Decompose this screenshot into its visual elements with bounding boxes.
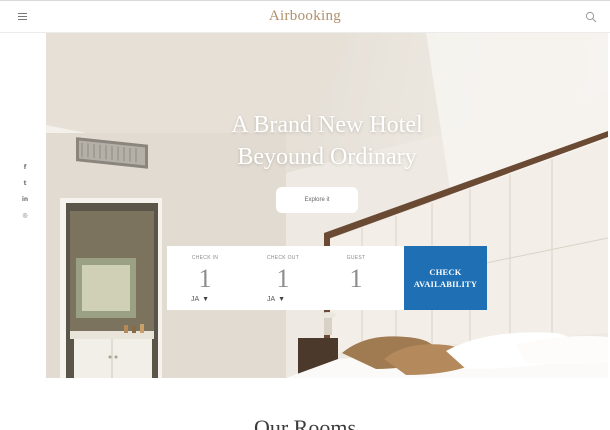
check-in-field[interactable]: CHECK IN 1 JA ▼ — [167, 246, 243, 310]
instagram-icon[interactable]: ◎ — [19, 208, 31, 224]
rooms-section-title: Our Rooms — [253, 415, 357, 430]
check-in-month-select[interactable]: JA ▼ — [191, 296, 209, 303]
check-in-day[interactable]: 1 — [167, 264, 243, 294]
hero-banner: A Brand New Hotel Beyound Ordinary Explo… — [46, 33, 608, 378]
check-in-label: CHECK IN — [191, 255, 219, 261]
guest-count[interactable]: 1 — [322, 264, 390, 294]
hero-title-line1: A Brand New Hotel — [231, 112, 423, 138]
brand-logo[interactable]: Airbooking — [0, 8, 610, 25]
booking-form: CHECK IN 1 JA ▼ CHECK OUT 1 JA ▼ GUEST 1 C… — [167, 246, 487, 310]
check-availability-line2: AVAILABILITY — [413, 279, 478, 289]
search-icon[interactable] — [585, 11, 597, 23]
check-availability-button[interactable]: CHECK AVAILABILITY — [404, 246, 487, 310]
check-in-month-value: JA — [191, 296, 200, 303]
twitter-icon[interactable]: t — [19, 176, 31, 192]
check-out-month-select[interactable]: JA ▼ — [267, 296, 285, 303]
hero-title-line2: Beyound Ordinary — [237, 144, 417, 170]
linkedin-icon[interactable]: in — [19, 192, 31, 208]
check-out-day[interactable]: 1 — [245, 264, 321, 294]
facebook-icon[interactable]: f — [19, 160, 31, 176]
explore-button[interactable]: Explore it — [276, 187, 358, 213]
top-header: Airbooking — [0, 0, 610, 33]
dropdown-arrow-icon: ▼ — [278, 296, 286, 303]
page: Airbooking f t in ◎ A Brand New Hotel Be… — [0, 0, 610, 430]
dropdown-arrow-icon: ▼ — [202, 296, 210, 303]
check-out-label: CHECK OUT — [266, 255, 300, 261]
social-links: f t in ◎ — [19, 160, 31, 224]
check-out-field[interactable]: CHECK OUT 1 JA ▼ — [245, 246, 321, 310]
guest-label: GUEST — [346, 255, 366, 261]
guest-field[interactable]: GUEST 1 — [322, 246, 390, 310]
check-availability-line1: CHECK — [429, 267, 462, 277]
check-out-month-value: JA — [267, 296, 276, 303]
